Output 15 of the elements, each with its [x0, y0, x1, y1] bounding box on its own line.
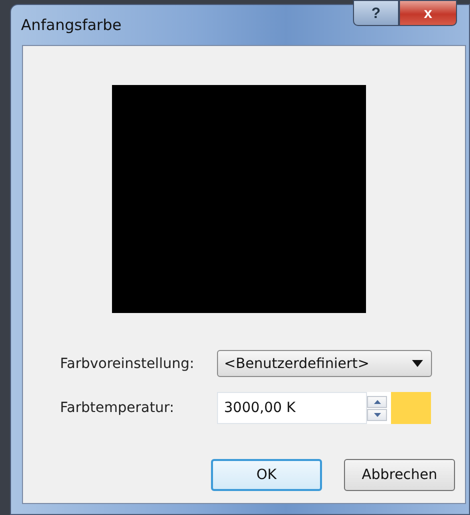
down-arrow-icon — [374, 412, 380, 416]
help-button[interactable]: ? — [353, 0, 399, 26]
close-button[interactable]: x — [399, 0, 457, 26]
temperature-field[interactable]: 3000,00 K — [217, 392, 367, 424]
preset-label: Farbvoreinstellung: — [60, 356, 196, 372]
color-swatch — [391, 392, 431, 424]
up-arrow-icon — [374, 400, 380, 404]
temperature-label: Farbtemperatur: — [60, 400, 176, 416]
preset-dropdown[interactable]: <Benutzerdefiniert> — [217, 350, 432, 377]
ok-button[interactable]: OK — [211, 459, 322, 491]
spin-down-button[interactable] — [367, 408, 387, 420]
caret-icon — [412, 360, 423, 367]
spin-up-button[interactable] — [367, 396, 387, 408]
cancel-button[interactable]: Abbrechen — [344, 459, 455, 491]
window-title: Anfangsfarbe — [21, 16, 122, 34]
